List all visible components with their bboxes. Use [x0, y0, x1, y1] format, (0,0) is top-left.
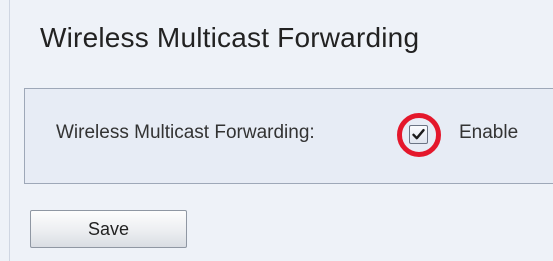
enable-label: Enable: [459, 122, 519, 143]
enable-checkbox[interactable]: [409, 125, 428, 144]
checkmark-icon: [412, 129, 425, 140]
page-background: Wireless Multicast Forwarding Wireless M…: [0, 0, 553, 261]
page-title: Wireless Multicast Forwarding: [40, 22, 420, 53]
wireless-multicast-forwarding-label: Wireless Multicast Forwarding:: [56, 122, 315, 143]
save-button[interactable]: Save: [30, 210, 187, 248]
left-divider: [9, 0, 10, 261]
